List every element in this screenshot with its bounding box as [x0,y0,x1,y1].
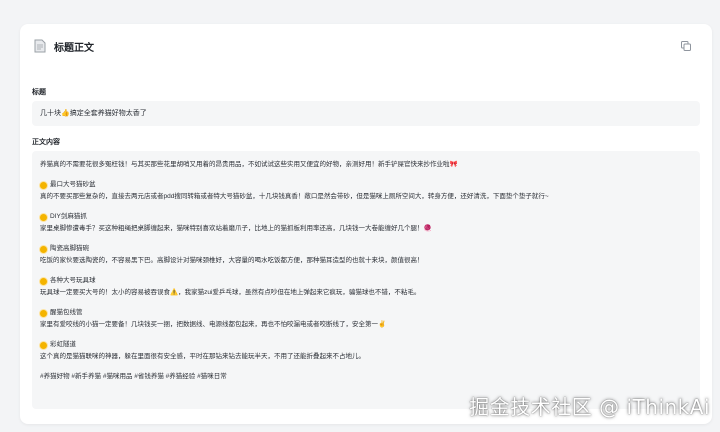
body-field[interactable]: 养猫真的不需要花很多冤枉钱！与其买那些花里胡哨又用着的昂贵用品，不如试试这些实用… [32,151,700,409]
section-heading: 陶瓷高脚猫碗 [50,245,89,252]
body-section: DIY剑麻猫抓 家里桌脚惨遭毒手？买这种粗绳把桌脚缠起来，猫咪特别喜欢站着磨爪子… [40,211,692,235]
section-text: 吃饭的家伙要选陶瓷的，不容易黑下巴。高脚设计对猫咪颈椎好，大容量的喝水吃饭都方便… [40,257,424,264]
section-text: 真的不要买那些复杂的，直接去两元店或者pdd搜同转箱或者特大号猫砂盆，十几块钱真… [40,193,549,200]
section-text: 这个真的是猫猫联咪的神器，躲在里面很有安全感，平时在那钻来钻去能玩半天，不用了还… [40,353,365,360]
document-icon [34,39,46,53]
section-text: 家里桌脚惨遭毒手？买这种粗绳把桌脚缠起来，猫咪特别喜欢站着磨爪子，比地上的猫抓板… [40,225,432,232]
body-section: 各种大号玩具球 玩具球一定要买大号的！太小的容易被吞误食⚠️，我家猫zui爱乒乓… [40,275,692,299]
sun-bullet-icon [40,213,47,221]
body-section: 彩虹隧道 这个真的是猫猫联咪的神器，躲在里面很有安全感，平时在那钻来钻去能玩半天… [40,339,692,363]
sun-bullet-icon [40,277,47,285]
body-intro: 养猫真的不需要花很多冤枉钱！与其买那些花里胡哨又用着的昂贵用品，不如试试这些实用… [40,161,458,168]
card-title: 标题正文 [54,42,94,54]
section-heading: 醒猫包线管 [50,309,83,316]
title-field-label: 标题 [32,89,46,96]
section-heading: DIY剑麻猫抓 [50,213,87,220]
title-field[interactable]: 几十块👍搞定全套养猫好物太香了 [32,101,700,126]
title-body-card: 标题正文 标题 几十块👍搞定全套养猫好物太香了 正文内容 养猫真的不需要花很多冤… [20,24,712,424]
card-header: 标题正文 [34,36,698,56]
watermark: 掘金技术社区 @ iThinkAi [469,395,710,419]
sun-bullet-icon [40,309,47,317]
hashtags: #养猫好物 #新手养猫 #猫咪用品 #省钱养猫 #养猫经验 #猫咪日常 [40,373,227,380]
copy-icon[interactable] [680,39,692,51]
sun-bullet-icon [40,341,47,349]
body-section: 陶瓷高脚猫碗 吃饭的家伙要选陶瓷的，不容易黑下巴。高脚设计对猫咪颈椎好，大容量的… [40,243,692,267]
section-heading: 彩虹隧道 [50,341,76,348]
section-heading: 最口大号猫砂盆 [50,181,96,188]
body-section: 醒猫包线管 家里有爱咬线的小猫一定要备！几块钱买一捆，把数据线、电源线都包起来，… [40,307,692,331]
section-text: 家里有爱咬线的小猫一定要备！几块钱买一捆，把数据线、电源线都包起来，再也不怕咬漏… [40,321,387,328]
section-heading: 各种大号玩具球 [50,277,96,284]
body-section: 最口大号猫砂盆 真的不要买那些复杂的，直接去两元店或者pdd搜同转箱或者特大号猫… [40,179,692,203]
section-text: 玩具球一定要买大号的！太小的容易被吞误食⚠️，我家猫zui爱乒乓球，虽然有点吵但… [40,289,421,296]
sun-bullet-icon [40,181,47,189]
sun-bullet-icon [40,245,47,253]
body-field-label: 正文内容 [32,139,60,146]
